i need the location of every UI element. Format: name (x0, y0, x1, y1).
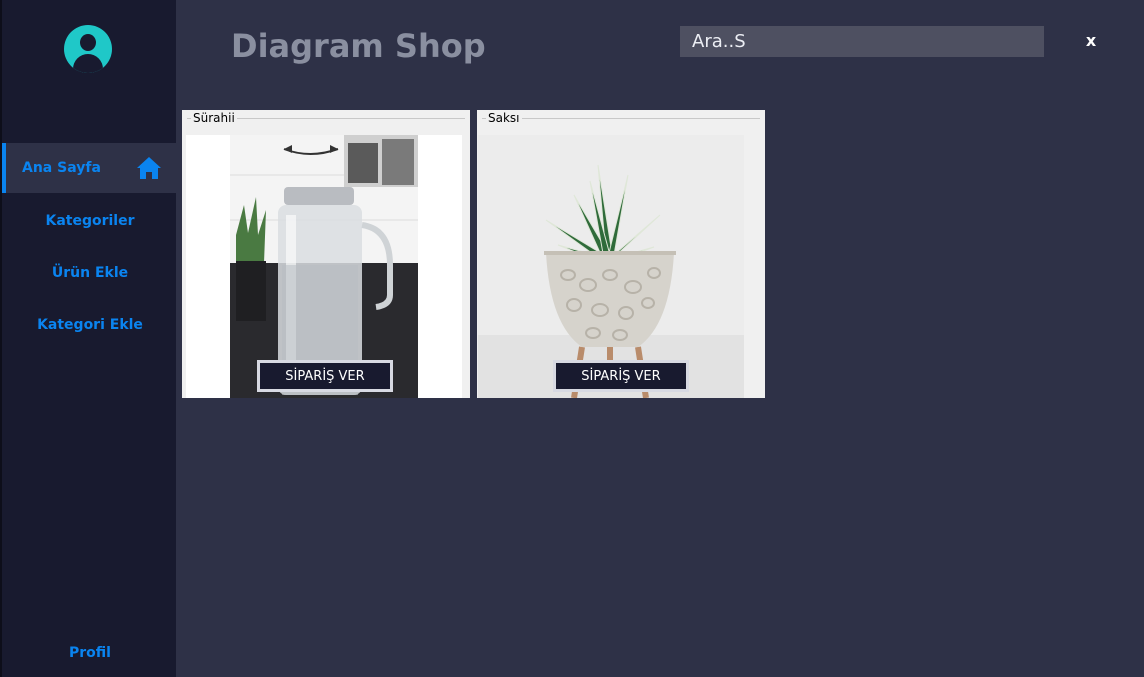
sidebar: Ana Sayfa Kategoriler Ürün Ekle Kategori… (0, 0, 178, 677)
sidebar-item-label: Kategori Ekle (37, 317, 143, 333)
profile-link[interactable]: Profil (2, 645, 178, 661)
sidebar-item-kategoriler[interactable]: Kategoriler (2, 196, 178, 246)
product-image[interactable] (186, 135, 462, 398)
order-button[interactable]: SİPARİŞ VER (553, 360, 689, 392)
search-input[interactable] (680, 26, 1044, 57)
order-button[interactable]: SİPARİŞ VER (257, 360, 393, 392)
product-name: Saksı (486, 111, 522, 125)
product-card: Sürahii SİPARİŞ VER (182, 110, 470, 398)
sidebar-item-label: Kategoriler (45, 213, 135, 229)
close-button[interactable]: x (1080, 30, 1102, 52)
home-icon (137, 157, 161, 179)
product-name: Sürahii (191, 111, 237, 125)
sidebar-item-kategori-ekle[interactable]: Kategori Ekle (2, 300, 178, 350)
sidebar-item-ana-sayfa[interactable]: Ana Sayfa (2, 143, 178, 193)
user-avatar-icon[interactable] (64, 25, 112, 73)
app-title: Diagram Shop (231, 27, 486, 65)
product-image[interactable] (478, 135, 744, 398)
sidebar-item-urun-ekle[interactable]: Ürün Ekle (2, 248, 178, 298)
sidebar-item-label: Ana Sayfa (22, 160, 101, 176)
product-card: Saksı SİPARİŞ VER (477, 110, 765, 398)
sidebar-item-label: Ürün Ekle (51, 265, 129, 281)
